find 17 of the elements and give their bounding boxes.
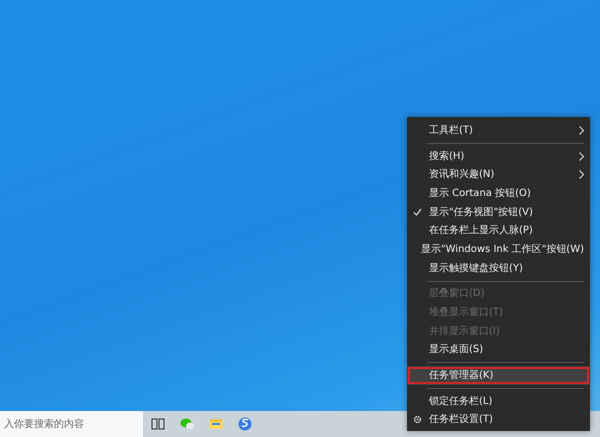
menu-item[interactable]: 锁定任务栏(L) xyxy=(407,392,590,411)
menu-item[interactable]: 显示触摸键盘按钮(Y) xyxy=(407,258,590,278)
menu-item[interactable]: 显示"Windows Ink 工作区"按钮(W) xyxy=(407,240,590,259)
menu-item[interactable]: 显示 Cortana 按钮(O) xyxy=(407,184,590,203)
menu-item[interactable]: 显示桌面(S) xyxy=(407,340,590,360)
folder-icon[interactable] xyxy=(208,417,222,431)
menu-item[interactable]: 任务栏设置(T) xyxy=(407,410,590,430)
menu-item[interactable]: 搜索(H) xyxy=(407,146,590,166)
task-view-icon[interactable] xyxy=(150,417,164,431)
menu-item[interactable]: 在任务栏上显示人脉(P) xyxy=(407,221,590,240)
gear-icon xyxy=(413,415,422,424)
menu-item[interactable]: 工具栏(T) xyxy=(407,121,590,140)
swirl-circle-icon[interactable] xyxy=(238,417,252,431)
search-field[interactable]: 入你要搜索的内容 xyxy=(0,411,143,437)
menu-item[interactable]: 任务管理器(K) xyxy=(407,366,590,385)
menu-item[interactable]: 资讯和兴趣(N) xyxy=(407,165,590,184)
menu-item[interactable]: 显示"任务视图"按钮(V) xyxy=(407,202,590,222)
